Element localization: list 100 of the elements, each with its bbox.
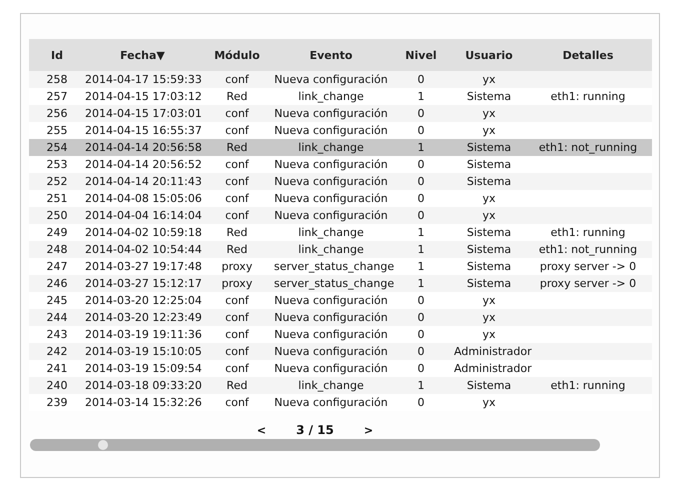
table-cell: conf [225,73,249,86]
table-cell: Red [226,243,248,256]
column-header[interactable]: Usuario [454,39,524,71]
page-slider[interactable] [30,439,600,451]
table-cell: Nueva configuración [274,311,388,324]
table-cell: conf [225,396,249,409]
table-row[interactable]: 256 2014-04-15 17:03:01 conf Nueva configuración 0 yx [29,105,652,122]
table-cell: Sistema [466,260,512,273]
table-row[interactable]: 241 2014-03-19 15:09:54 conf Nueva configuración 0 Administrador [29,360,652,377]
table-cell: 241 [46,362,68,375]
table-cell: 2014-04-14 20:56:52 [85,158,202,171]
table-cell: yx [482,311,496,324]
table-cell: 2014-03-19 15:10:05 [85,345,202,358]
table-cell: 2014-04-04 16:14:04 [85,209,202,222]
table-cell: 252 [46,175,68,188]
table-cell: Sistema [466,141,512,154]
table-cell: Sistema [466,158,512,171]
table-cell: Nueva configuración [274,362,388,375]
table-cell: 0 [418,362,424,375]
table-cell: yx [482,107,496,120]
slider-thumb[interactable] [98,440,108,450]
table-cell: 0 [418,396,424,409]
table-row[interactable]: 251 2014-04-08 15:05:06 conf Nueva configuración 0 yx [29,190,652,207]
table-cell: conf [225,311,249,324]
table-cell: Nueva configuración [274,396,388,409]
table-row[interactable]: 255 2014-04-15 16:55:37 conf Nueva configuración 0 yx [29,122,652,139]
table-cell: proxy [222,260,252,273]
table-cell: conf [225,192,249,205]
next-page-button[interactable]: > [364,424,374,436]
table-cell: Nueva configuración [274,294,388,307]
column-header[interactable]: Detalles [524,39,652,71]
table-cell: Sistema [466,90,512,103]
table-cell: conf [225,209,249,222]
table-cell: 2014-04-14 20:11:43 [85,175,202,188]
table-cell: Red [226,379,248,392]
table-cell: 1 [418,243,424,256]
table-row[interactable]: 250 2014-04-04 16:14:04 conf Nueva configuración 0 yx [29,207,652,224]
table-cell: 248 [46,243,68,256]
table-row[interactable]: 252 2014-04-14 20:11:43 conf Nueva configuración 0 Sistema [29,173,652,190]
table-row[interactable]: 247 2014-03-27 19:17:48 proxy server_status_change 1 Sistema proxy server -> 0 [29,258,652,275]
column-header[interactable]: Evento [274,39,388,71]
table-cell: Nueva configuración [274,158,388,171]
table-cell: Nueva configuración [274,192,388,205]
table-row[interactable]: 249 2014-04-02 10:59:18 Red link_change 1 Sistema eth1: running [29,224,652,241]
table-cell: 2014-03-19 15:09:54 [85,362,202,375]
table-cell: 1 [418,260,424,273]
table-cell: Nueva configuración [274,209,388,222]
table-cell: 0 [418,345,424,358]
table-cell: 247 [46,260,68,273]
table-cell: conf [225,158,249,171]
previous-page-button[interactable]: < [256,424,266,436]
table-cell: yx [482,328,496,341]
table-cell: conf [225,107,249,120]
table-cell: eth1: not_running [538,141,638,154]
table-cell: 245 [46,294,68,307]
column-header[interactable]: Nivel [388,39,454,71]
table-cell: yx [482,209,496,222]
table-cell: 250 [46,209,68,222]
table-row[interactable]: 253 2014-04-14 20:56:52 conf Nueva configuración 0 Sistema [29,156,652,173]
table-row[interactable]: 243 2014-03-19 19:11:36 conf Nueva configuración 0 yx [29,326,652,343]
table-cell: link_change [298,226,364,239]
table-cell: 253 [46,158,68,171]
table-cell: conf [225,175,249,188]
table-cell: Nueva configuración [274,328,388,341]
page-indicator: 3 / 15 [296,423,334,437]
table-row[interactable]: 258 2014-04-17 15:59:33 conf Nueva configuración 0 yx [29,71,652,88]
table-row[interactable]: 242 2014-03-19 15:10:05 conf Nueva configuración 0 Administrador [29,343,652,360]
table-cell: 249 [46,226,68,239]
table-cell: Sistema [466,175,512,188]
table-cell: eth1: running [550,90,626,103]
table-cell: yx [482,73,496,86]
table-cell: Sistema [466,226,512,239]
table-row[interactable]: 244 2014-03-20 12:23:49 conf Nueva configuración 0 yx [29,309,652,326]
table-row[interactable]: 257 2014-04-15 17:03:12 Red link_change 1 Sistema eth1: running [29,88,652,105]
table-cell: 1 [418,141,424,154]
table-row[interactable]: 240 2014-03-18 09:33:20 Red link_change 1 Sistema eth1: running [29,377,652,394]
table-cell: proxy server -> 0 [540,277,636,290]
table-cell: 256 [46,107,68,120]
column-header[interactable]: Módulo [200,39,274,71]
table-cell: Sistema [466,277,512,290]
table-cell: Red [226,226,248,239]
table-cell: Red [226,90,248,103]
table-cell: 0 [418,158,424,171]
table-cell: 2014-03-27 15:12:17 [85,277,202,290]
table-row[interactable]: 246 2014-03-27 15:12:17 proxy server_status_change 1 Sistema proxy server -> 0 [29,275,652,292]
table-cell: Administrador [454,345,532,358]
table-cell: 0 [418,107,424,120]
table-row[interactable]: 239 2014-03-14 15:32:26 conf Nueva configuración 0 yx [29,394,652,411]
table-cell: 251 [46,192,68,205]
column-header[interactable]: Id [29,39,85,71]
table-cell: Nueva configuración [274,107,388,120]
table-cell: 258 [46,73,68,86]
table-cell: conf [225,124,249,137]
table-cell: yx [482,192,496,205]
table-cell: 1 [418,277,424,290]
table-cell: 0 [418,124,424,137]
column-header[interactable]: Fecha▼ [85,39,200,71]
table-row[interactable]: 245 2014-03-20 12:25:04 conf Nueva configuración 0 yx [29,292,652,309]
table-cell: 0 [418,192,424,205]
table-row[interactable]: 248 2014-04-02 10:54:44 Red link_change 1 Sistema eth1: not_running [29,241,652,258]
